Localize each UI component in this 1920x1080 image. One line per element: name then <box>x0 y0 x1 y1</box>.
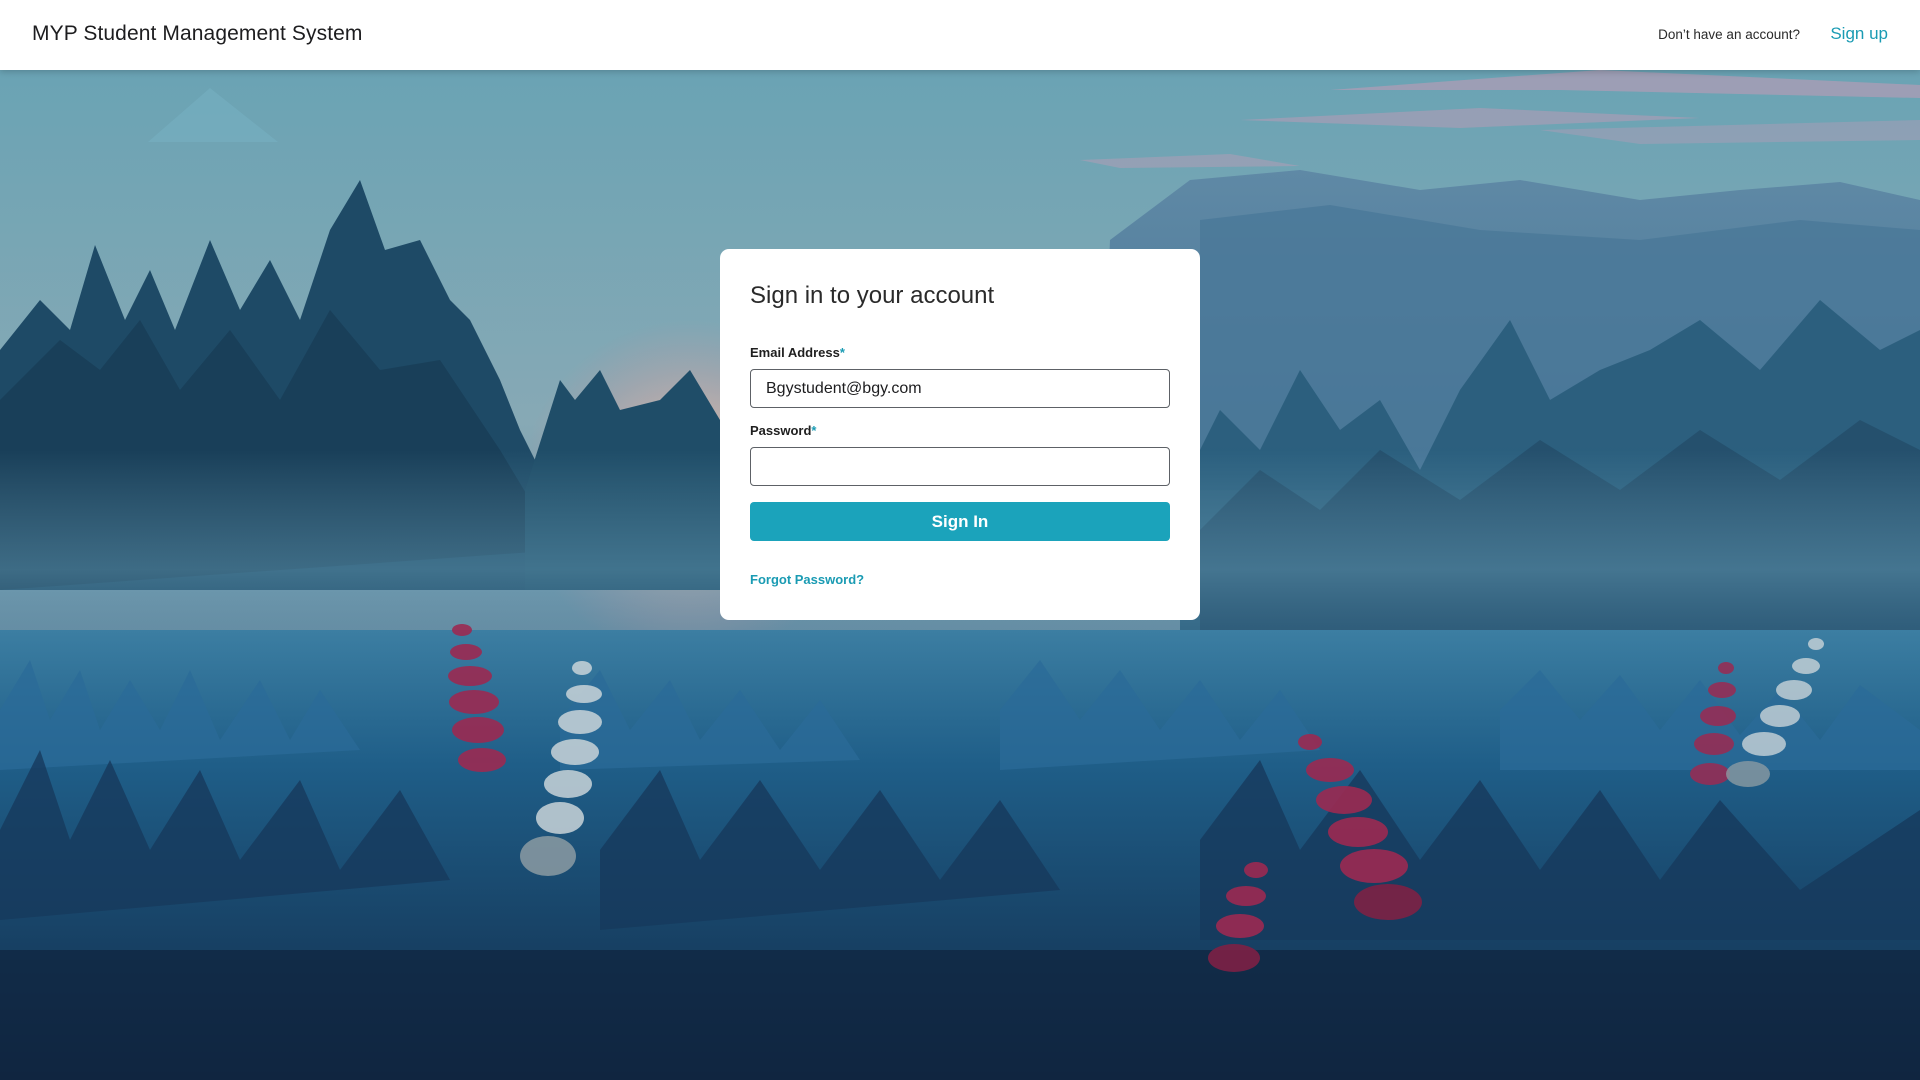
email-required-marker: * <box>839 345 845 360</box>
signup-link[interactable]: Sign up <box>1830 24 1888 44</box>
password-input[interactable] <box>750 447 1170 486</box>
email-label: Email Address* <box>750 345 845 360</box>
password-label: Password* <box>750 423 816 438</box>
app-title: MYP Student Management System <box>32 22 363 45</box>
password-label-text: Password <box>750 423 812 438</box>
forgot-password-link[interactable]: Forgot Password? <box>750 572 864 587</box>
signup-prompt: Don’t have an account? <box>1658 27 1800 42</box>
password-required-marker: * <box>811 423 817 438</box>
top-nav-bar: MYP Student Management System Don’t have… <box>0 0 1920 70</box>
signin-button[interactable]: Sign In <box>750 502 1170 541</box>
email-label-text: Email Address <box>750 345 840 360</box>
email-input[interactable] <box>750 369 1170 408</box>
signin-title: Sign in to your account <box>750 282 995 309</box>
signin-card: Sign in to your account Email Address* P… <box>720 249 1200 620</box>
